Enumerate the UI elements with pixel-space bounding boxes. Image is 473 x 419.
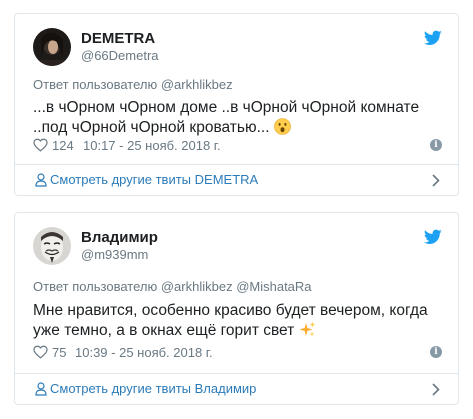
reply-prefix: Ответ пользователю xyxy=(33,279,158,294)
reply-context: Ответ пользователю @arkhlikbez @MishataR… xyxy=(33,279,312,294)
twitter-bird-icon[interactable] xyxy=(424,229,442,245)
tweet-card: DEMETRA @66Demetra Ответ пользователю @a… xyxy=(14,13,459,196)
author-handle[interactable]: @66Demetra xyxy=(81,48,159,63)
more-tweets-footer[interactable]: Смотреть другие твиты Владимир xyxy=(15,373,458,404)
reply-prefix: Ответ пользователю xyxy=(33,77,158,92)
tweet-timestamp[interactable]: 10:39 - 25 нояб. 2018 г. xyxy=(75,345,213,360)
more-tweets-footer[interactable]: Смотреть другие твиты DEMETRA xyxy=(15,164,458,195)
reply-context: Ответ пользователю @arkhlikbez xyxy=(33,77,233,92)
info-icon[interactable]: i xyxy=(430,139,442,151)
tweet-header: Владимир @m939mm xyxy=(33,227,442,267)
tweet-header: DEMETRA @66Demetra xyxy=(33,28,442,68)
author-handle[interactable]: @m939mm xyxy=(81,247,148,262)
info-icon[interactable]: i xyxy=(430,346,442,358)
heart-icon[interactable] xyxy=(33,345,48,359)
like-count[interactable]: 124 xyxy=(52,138,74,153)
avatar[interactable] xyxy=(33,227,71,265)
heart-icon[interactable] xyxy=(33,138,48,152)
chevron-right-icon[interactable] xyxy=(432,174,440,187)
tweet-text-body: ...в чОрном чОрном доме ..в чОрной чОрно… xyxy=(33,99,420,136)
tweet-text-body: Мне нравится, особенно красиво будет веч… xyxy=(33,302,428,339)
avatar[interactable] xyxy=(33,28,71,66)
sparkles-emoji xyxy=(299,321,316,344)
tweet-card: Владимир @m939mm Ответ пользователю @ark… xyxy=(14,212,459,405)
author-name[interactable]: DEMETRA xyxy=(81,30,155,47)
tweet-meta: 75 10:39 - 25 нояб. 2018 г. i xyxy=(33,344,442,362)
tweet-text: ...в чОрном чОрном доме ..в чОрной чОрно… xyxy=(33,98,443,141)
more-tweets-link[interactable]: Смотреть другие твиты DEMETRA xyxy=(50,172,258,187)
tweet-meta: 124 10:17 - 25 нояб. 2018 г. i xyxy=(33,137,442,155)
person-icon xyxy=(35,382,47,396)
person-icon xyxy=(35,173,47,187)
tweet-text: Мне нравится, особенно красиво будет веч… xyxy=(33,301,443,344)
tweet-timestamp[interactable]: 10:17 - 25 нояб. 2018 г. xyxy=(83,138,221,153)
twitter-bird-icon[interactable] xyxy=(424,30,442,46)
author-name[interactable]: Владимир xyxy=(81,229,158,246)
like-count[interactable]: 75 xyxy=(52,345,66,360)
more-tweets-link[interactable]: Смотреть другие твиты Владимир xyxy=(50,381,256,396)
chevron-right-icon[interactable] xyxy=(432,383,440,396)
reply-mention-link[interactable]: @arkhlikbez @MishataRa xyxy=(161,279,312,294)
reply-mention-link[interactable]: @arkhlikbez xyxy=(161,77,233,92)
